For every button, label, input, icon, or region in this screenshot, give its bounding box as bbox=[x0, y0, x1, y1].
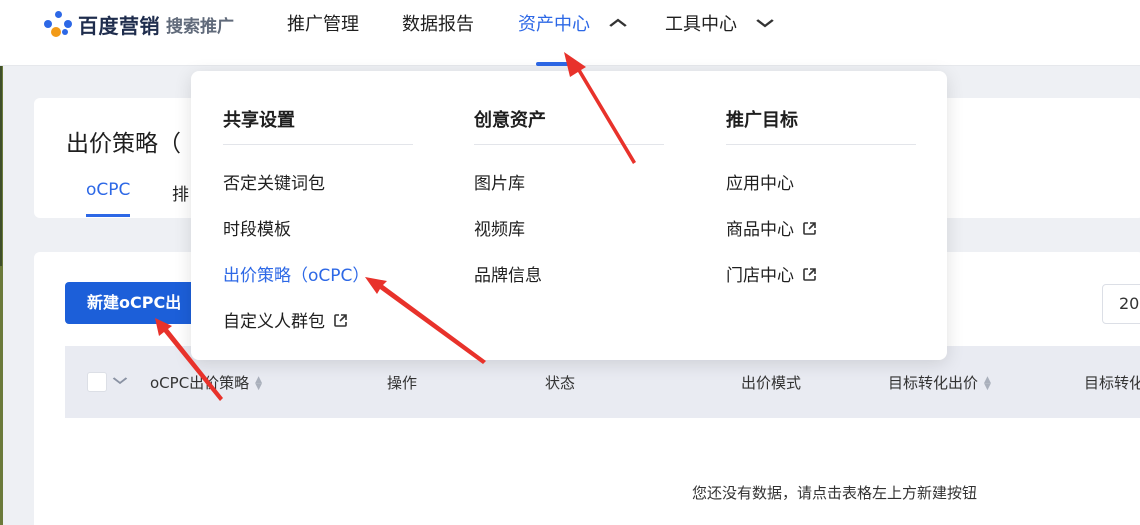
column-heading-promotion-targets: 推广目标 bbox=[726, 110, 798, 131]
tab-second[interactable]: 排 bbox=[172, 180, 189, 205]
baidu-marketing-logo-icon bbox=[44, 11, 74, 37]
new-ocpc-strategy-button[interactable]: 新建oCPC出 bbox=[65, 282, 205, 324]
menu-item-store-center[interactable]: 门店中心 bbox=[726, 261, 817, 286]
column-header-target-conversion: 目标转化 bbox=[1084, 374, 1140, 392]
menu-item-image-library[interactable]: 图片库 bbox=[474, 169, 525, 194]
column-heading-creative-assets: 创意资产 bbox=[474, 110, 546, 131]
menu-item-custom-audience-pack[interactable]: 自定义人群包 bbox=[223, 307, 348, 332]
chevron-down-icon bbox=[756, 19, 774, 28]
column-header-bid-mode: 出价模式 bbox=[741, 374, 802, 392]
background-edge-dark bbox=[0, 66, 2, 266]
top-navigation: 百度营销 搜索推广 推广管理 数据报告 资产中心 工具中心 bbox=[0, 0, 1140, 66]
nav-label: 数据报告 bbox=[402, 14, 474, 35]
nav-tool-center[interactable]: 工具中心 bbox=[665, 12, 774, 38]
sort-icon[interactable]: ▲ ▼ bbox=[255, 375, 262, 391]
divider bbox=[474, 144, 664, 145]
external-link-icon bbox=[803, 222, 816, 235]
logo[interactable]: 百度营销 搜索推广 bbox=[44, 11, 234, 38]
nav-data-reports[interactable]: 数据报告 bbox=[402, 12, 474, 38]
chevron-up-icon bbox=[609, 18, 627, 27]
chevron-down-icon[interactable] bbox=[112, 377, 128, 385]
column-header-target-bid[interactable]: 目标转化出价 ▲ ▼ bbox=[888, 372, 991, 393]
sort-icon[interactable]: ▲ ▼ bbox=[984, 375, 991, 391]
divider bbox=[726, 144, 916, 145]
menu-item-product-center[interactable]: 商品中心 bbox=[726, 215, 817, 240]
active-nav-indicator bbox=[536, 62, 570, 66]
empty-state-text: 您还没有数据，请点击表格左上方新建按钮 bbox=[692, 484, 978, 502]
brand-name: 百度营销 bbox=[78, 13, 160, 38]
external-link-icon bbox=[803, 268, 816, 281]
menu-item-brand-info[interactable]: 品牌信息 bbox=[474, 261, 542, 286]
column-header-strategy[interactable]: oCPC出价策略 ▲ ▼ bbox=[150, 372, 262, 393]
column-label: oCPC出价策略 bbox=[150, 374, 250, 392]
divider bbox=[223, 144, 413, 145]
menu-item-label: 商品中心 bbox=[726, 220, 794, 240]
menu-item-label: 门店中心 bbox=[726, 266, 794, 286]
nav-label: 推广管理 bbox=[287, 14, 359, 35]
column-header-actions: 操作 bbox=[387, 374, 418, 392]
nav-label: 工具中心 bbox=[665, 14, 737, 35]
page-size-select[interactable]: 20 bbox=[1102, 284, 1140, 324]
active-tab-indicator bbox=[86, 214, 130, 217]
product-name: 搜索推广 bbox=[166, 16, 234, 37]
menu-item-time-template[interactable]: 时段模板 bbox=[223, 215, 291, 240]
column-heading-shared-settings: 共享设置 bbox=[223, 110, 295, 131]
menu-item-bid-strategy-ocpc[interactable]: 出价策略（oCPC） bbox=[223, 261, 369, 286]
menu-item-video-library[interactable]: 视频库 bbox=[474, 215, 525, 240]
external-link-icon bbox=[334, 314, 347, 327]
column-header-status: 状态 bbox=[545, 374, 576, 392]
tab-ocpc[interactable]: oCPC bbox=[86, 180, 130, 200]
select-all-checkbox[interactable] bbox=[87, 372, 107, 392]
column-label: 目标转化出价 bbox=[888, 374, 979, 392]
menu-item-label: 自定义人群包 bbox=[223, 312, 325, 332]
nav-promotion-management[interactable]: 推广管理 bbox=[287, 12, 359, 38]
menu-item-negative-keyword-pack[interactable]: 否定关键词包 bbox=[223, 169, 325, 194]
menu-item-app-center[interactable]: 应用中心 bbox=[726, 169, 794, 194]
nav-asset-center[interactable]: 资产中心 bbox=[518, 12, 627, 38]
page-title: 出价策略（ bbox=[66, 131, 181, 157]
nav-label: 资产中心 bbox=[518, 14, 590, 35]
